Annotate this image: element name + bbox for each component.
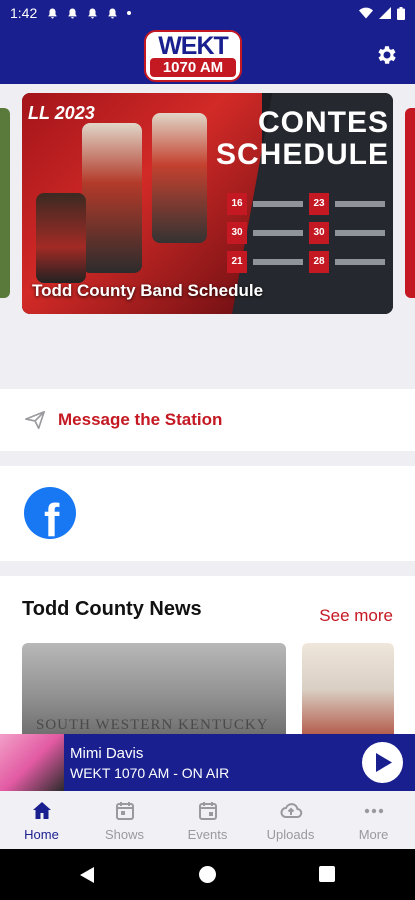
schedule-row: 16 23 bbox=[227, 191, 393, 217]
news-item-image[interactable]: SOUTH WESTERN KENTUCKY bbox=[22, 643, 286, 736]
recent-apps-icon[interactable] bbox=[319, 866, 335, 882]
status-bar: 1:42 bbox=[0, 0, 415, 26]
host-thumbnail bbox=[0, 734, 64, 791]
system-navigation-bar bbox=[0, 849, 415, 900]
nav-events-label: Events bbox=[187, 826, 228, 842]
featured-caption: Todd County Band Schedule bbox=[32, 281, 264, 300]
date-badge: 21 bbox=[227, 251, 247, 273]
news-section-title: Todd County News bbox=[22, 598, 202, 620]
featured-card[interactable]: LL 2023 CONTES SCHEDULE 16 23 30 30 21 2… bbox=[22, 93, 393, 314]
notification-icons bbox=[47, 7, 132, 19]
news-item-image[interactable] bbox=[302, 643, 394, 736]
station-logo: WEKT 1070 AM bbox=[144, 30, 242, 82]
station-status: WEKT 1070 AM - ON AIR bbox=[70, 765, 230, 781]
home-button-icon[interactable] bbox=[199, 866, 216, 883]
wifi-icon bbox=[359, 7, 373, 19]
gear-icon[interactable] bbox=[375, 43, 399, 67]
nav-more-label: More bbox=[358, 826, 389, 842]
event-line bbox=[253, 230, 303, 236]
more-dots-icon bbox=[364, 808, 383, 813]
event-line bbox=[253, 201, 303, 207]
calendar-icon bbox=[115, 801, 134, 820]
date-badge: 23 bbox=[309, 193, 329, 215]
nav-shows[interactable]: Shows bbox=[83, 791, 166, 849]
band-member-figure bbox=[152, 113, 207, 243]
signal-icon bbox=[379, 7, 391, 19]
event-line bbox=[335, 230, 385, 236]
bell-icon bbox=[108, 7, 117, 18]
system-status-icons bbox=[359, 6, 405, 20]
nav-events[interactable]: Events bbox=[166, 791, 249, 849]
nav-home[interactable]: Home bbox=[0, 791, 83, 849]
date-badge: 28 bbox=[309, 251, 329, 273]
facebook-icon[interactable]: f bbox=[24, 487, 76, 539]
event-line bbox=[335, 201, 385, 207]
now-playing-bar[interactable]: Mimi Davis WEKT 1070 AM - ON AIR bbox=[0, 734, 415, 791]
bottom-navigation: Home Shows Events Uploads More bbox=[0, 791, 415, 849]
banner-title-line-1: CONTES bbox=[257, 106, 389, 139]
bell-icon bbox=[48, 7, 57, 18]
carousel-previous-card[interactable] bbox=[0, 108, 10, 298]
play-icon bbox=[376, 753, 392, 772]
nav-shows-label: Shows bbox=[104, 826, 145, 842]
nav-uploads[interactable]: Uploads bbox=[249, 791, 332, 849]
schedule-row: 21 28 bbox=[227, 249, 393, 275]
news-section: Todd County News See more SOUTH WESTERN … bbox=[0, 576, 415, 736]
event-icon bbox=[198, 801, 217, 820]
band-member-figure bbox=[82, 123, 142, 273]
event-line bbox=[253, 259, 303, 265]
app-header: WEKT 1070 AM bbox=[0, 26, 415, 84]
send-icon bbox=[25, 410, 45, 430]
play-button[interactable] bbox=[362, 742, 403, 783]
back-icon[interactable] bbox=[79, 866, 95, 884]
banner-title: CONTES SCHEDULE bbox=[216, 107, 389, 171]
bell-icon bbox=[68, 7, 77, 18]
host-name: Mimi Davis bbox=[70, 745, 144, 762]
more-notifications-dot-icon bbox=[127, 11, 132, 15]
date-badge: 30 bbox=[309, 222, 329, 244]
date-badge: 30 bbox=[227, 222, 247, 244]
band-member-figure bbox=[36, 193, 86, 283]
message-station-label: Message the Station bbox=[58, 410, 223, 429]
message-station-row[interactable]: Message the Station bbox=[0, 389, 415, 451]
nav-more[interactable]: More bbox=[332, 791, 415, 849]
nav-home-label: Home bbox=[24, 826, 59, 842]
status-time: 1:42 bbox=[10, 5, 38, 21]
battery-icon bbox=[397, 6, 405, 20]
nav-uploads-label: Uploads bbox=[266, 826, 315, 842]
home-icon bbox=[32, 801, 51, 819]
logo-call-letters: WEKT bbox=[146, 32, 240, 61]
date-badge: 16 bbox=[227, 193, 247, 215]
bell-icon bbox=[88, 7, 97, 18]
schedule-rows: 16 23 30 30 21 28 bbox=[227, 191, 393, 278]
logo-frequency: 1070 AM bbox=[150, 58, 236, 77]
carousel-next-card[interactable] bbox=[405, 108, 415, 298]
see-more-link[interactable]: See more bbox=[319, 606, 393, 626]
banner-title-line-2: SCHEDULE bbox=[215, 138, 389, 171]
event-line bbox=[335, 259, 385, 265]
news-image-caption: SOUTH WESTERN KENTUCKY bbox=[36, 717, 269, 733]
cloud-upload-icon bbox=[280, 802, 302, 818]
social-links: f bbox=[0, 466, 415, 561]
banner-year: LL 2023 bbox=[28, 103, 95, 123]
schedule-row: 30 30 bbox=[227, 220, 393, 246]
